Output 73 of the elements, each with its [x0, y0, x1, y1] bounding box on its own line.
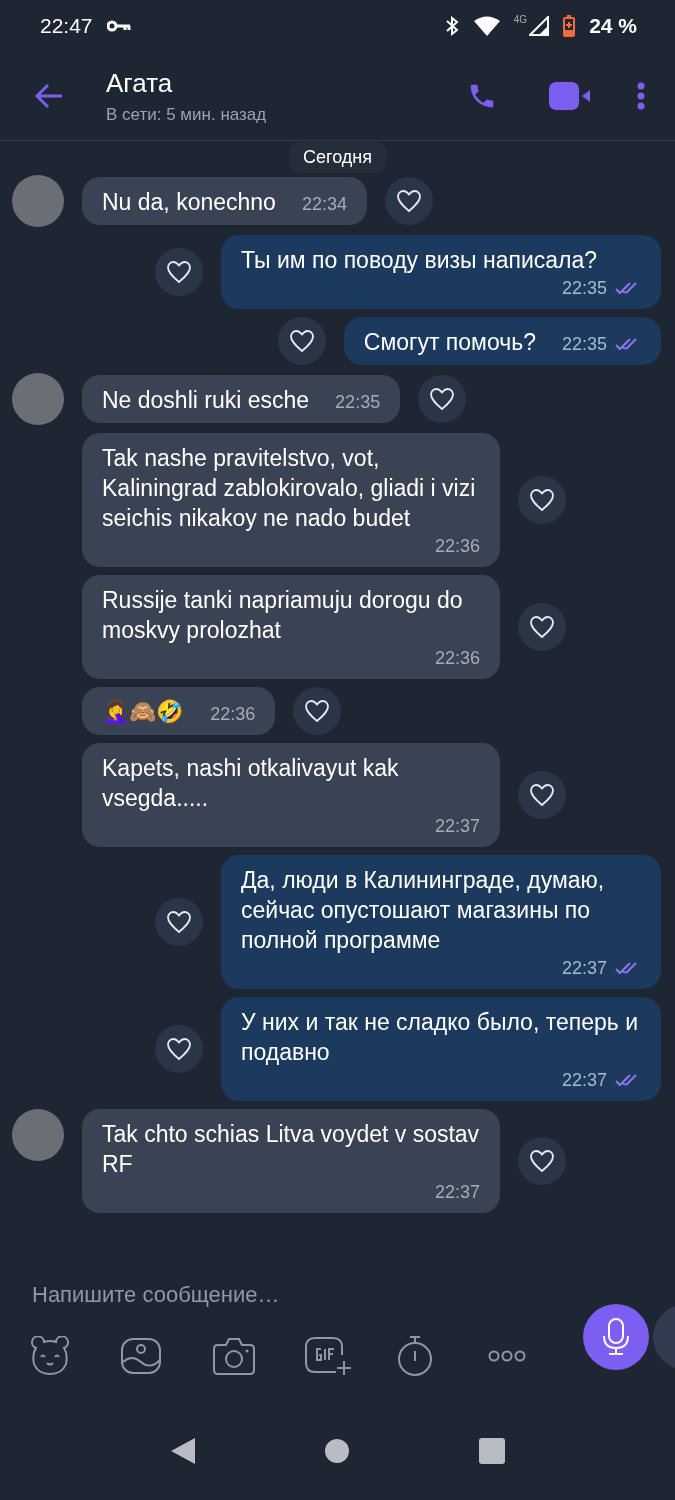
- message-text: Ne doshli ruki esche: [102, 386, 310, 415]
- recents-nav-button[interactable]: [478, 1438, 505, 1464]
- message-text: Kapets, nashi otkalivayut kak vsegda.....: [102, 754, 400, 813]
- like-button[interactable]: [518, 771, 566, 819]
- heart-icon: [429, 387, 456, 411]
- heart-icon: [166, 260, 192, 284]
- contact-name: Агата: [106, 67, 174, 99]
- key-icon: [106, 20, 131, 32]
- wifi-icon: [473, 16, 500, 36]
- like-button[interactable]: [277, 317, 326, 365]
- message-time: 22:37: [434, 1181, 480, 1204]
- like-button[interactable]: [155, 898, 203, 946]
- camera-icon: [212, 1336, 256, 1376]
- message-time: 22:36: [210, 703, 256, 726]
- avatar-photo-placeholder[interactable]: [12, 175, 64, 227]
- message-text: У них и так не сладко было, теперь и подавно: [241, 1008, 639, 1067]
- message-time: 22:37: [561, 1069, 607, 1092]
- message-time: 22:35: [561, 333, 607, 356]
- heart-icon: [529, 488, 555, 512]
- more-vertical-icon: [637, 82, 645, 110]
- message-time: 22:37: [434, 815, 480, 838]
- bear-face-icon: [28, 1336, 72, 1376]
- network-type: 4G: [513, 14, 528, 25]
- message-text: Да, люди в Калининграде, думаю, сейчас опустошают магазины по полной программе: [241, 866, 606, 955]
- like-button[interactable]: [518, 476, 566, 524]
- message-time: 22:34: [301, 193, 347, 216]
- heart-icon: [288, 329, 315, 353]
- heart-icon: [529, 1149, 555, 1173]
- like-button[interactable]: [518, 1137, 566, 1185]
- circle-icon: [324, 1439, 349, 1463]
- clock: 22:47: [40, 14, 93, 38]
- triangle-icon: [170, 1438, 195, 1464]
- heart-icon: [166, 1037, 192, 1061]
- like-button[interactable]: [518, 603, 566, 651]
- message-time: 22:37: [561, 957, 607, 980]
- message-time: 22:36: [434, 535, 480, 558]
- heart-icon: [395, 189, 422, 213]
- heart-icon: [304, 699, 331, 723]
- avatar-photo-placeholder[interactable]: [12, 1109, 64, 1161]
- last-seen-status: В сети: 5 мин. назад: [106, 104, 268, 125]
- message-text: Смогут помочь?: [363, 328, 536, 357]
- heart-icon: [166, 910, 192, 934]
- microphone-icon: [602, 1318, 630, 1356]
- like-button[interactable]: [418, 375, 467, 423]
- video-camera-icon: [549, 82, 591, 110]
- back-nav-button[interactable]: [170, 1438, 195, 1464]
- message-time: 22:35: [561, 277, 607, 300]
- heart-icon: [529, 783, 555, 807]
- like-button[interactable]: [155, 1025, 203, 1073]
- message-text: Ты им по поводу визы написала?: [241, 246, 599, 275]
- message-text: 🤦‍♀🙈🤣: [102, 698, 185, 726]
- message-text: Tak chto schias Litva voydet v sostav RF: [102, 1120, 480, 1179]
- like-button[interactable]: [384, 177, 433, 225]
- square-icon: [478, 1438, 505, 1464]
- battery-icon: [563, 15, 576, 37]
- message-text: Russije tanki napriamuju dorogu do moskvy prolozhat: [102, 586, 464, 645]
- three-dots-icon: [488, 1350, 526, 1362]
- battery-percent: 24 %: [589, 14, 637, 38]
- image-icon: [120, 1336, 162, 1376]
- like-button[interactable]: [155, 248, 203, 296]
- home-nav-button[interactable]: [324, 1439, 349, 1463]
- back-arrow-icon: [34, 83, 64, 109]
- heart-icon: [529, 615, 555, 639]
- avatar-photo-placeholder[interactable]: [12, 373, 64, 425]
- date-label: Сегодня: [289, 142, 386, 173]
- message-time: 22:36: [434, 647, 480, 670]
- signal-icon: [529, 16, 550, 36]
- message-text: Tak nashe pravitelstvo, vot, Kaliningrad zablokirovalo, gliadi i vizi seichis nikakoy ne nado budet: [102, 444, 477, 533]
- like-button[interactable]: [293, 687, 342, 735]
- message-text: Nu da, konechno: [102, 188, 276, 217]
- message-input-field[interactable]: Напишите сообщение…: [32, 1276, 552, 1314]
- message-time: 22:35: [335, 391, 381, 414]
- gif-plus-icon: [304, 1335, 352, 1377]
